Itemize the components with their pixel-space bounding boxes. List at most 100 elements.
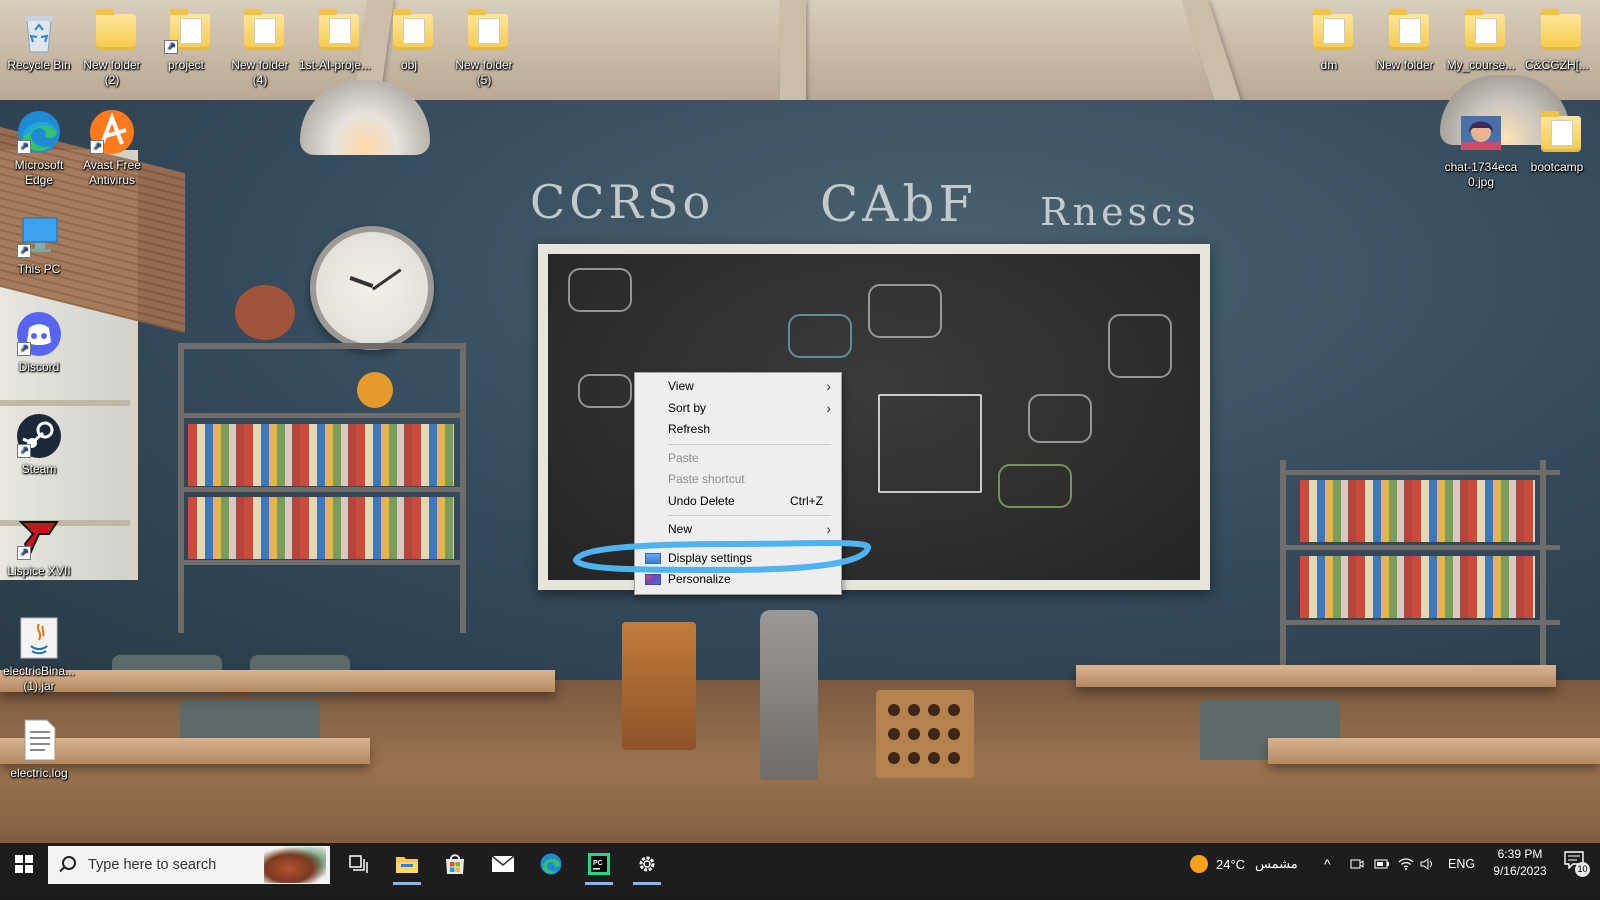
search-icon [58, 855, 78, 875]
weather-condition: مشمس [1255, 856, 1298, 871]
desktop-icon-my-course[interactable]: My_course... [1442, 8, 1520, 73]
tray-battery[interactable] [1374, 843, 1390, 885]
desktop-icon-steam[interactable]: ↗ Steam [0, 412, 78, 477]
chalk-text-mid: CAbF [820, 175, 978, 233]
discord-icon: ↗ [15, 310, 63, 358]
desktop-icon-new-folder-2[interactable]: New folder (2) [73, 8, 151, 88]
keyboard-shortcut: Ctrl+Z [790, 493, 823, 508]
steam-icon: ↗ [15, 412, 63, 460]
menu-separator [668, 515, 831, 516]
desktop-icon-new-folder[interactable]: New folder [1366, 8, 1444, 73]
tray-overflow-button[interactable]: ^ [1324, 843, 1331, 885]
menu-separator [668, 543, 831, 545]
shortcut-arrow-icon: ↗ [164, 40, 178, 54]
menu-item-label: Refresh [668, 422, 711, 436]
desktop-icon-1st-ai-project[interactable]: 1st-AI-proje... [296, 8, 374, 73]
menu-item-label: Paste [668, 450, 699, 465]
desktop-icon-obj[interactable]: obj [370, 8, 448, 73]
clock-date: 9/16/2023 [1493, 864, 1547, 878]
menu-item-label: Personalize [668, 572, 731, 586]
running-indicator [585, 882, 613, 885]
desktop-icon-new-folder-5[interactable]: New folder (5) [445, 8, 523, 88]
weather-widget[interactable]: 24°C مشمس [1190, 843, 1298, 885]
menu-item-sort-by[interactable]: Sort by › [635, 398, 841, 420]
folder-icon [385, 8, 433, 56]
tray-network[interactable] [1398, 843, 1414, 885]
windows-logo-icon [15, 855, 33, 873]
desktop-icon-new-folder-4[interactable]: New folder (4) [221, 8, 299, 88]
folder-icon [236, 8, 284, 56]
folder-icon [1533, 110, 1581, 158]
java-icon [15, 614, 63, 662]
shortcut-arrow-icon: ↗ [17, 546, 31, 560]
desktop-icon-label: bootcamp [1530, 160, 1584, 174]
chevron-up-icon: ^ [1324, 856, 1331, 872]
menu-item-new[interactable]: New › [635, 519, 841, 541]
desktop-icon-label: This PC [17, 262, 61, 276]
desktop-icon-bootcamp[interactable]: bootcamp [1518, 110, 1596, 175]
desktop-icon-dm[interactable]: dm [1290, 8, 1368, 73]
tray-language[interactable]: ENG [1448, 843, 1475, 885]
menu-item-refresh[interactable]: Refresh [635, 419, 841, 441]
taskbar-mail[interactable] [479, 843, 527, 885]
taskbar-file-explorer[interactable] [383, 843, 431, 885]
avast-icon: ↗ [88, 108, 136, 156]
menu-item-label: New [668, 522, 693, 536]
sun-icon [1190, 855, 1208, 873]
task-view-button[interactable] [335, 843, 383, 885]
desktop-context-menu: View › Sort by › Refresh Paste Paste sho… [634, 372, 842, 595]
desktop-icon-recycle-bin[interactable]: Recycle Bin [0, 8, 78, 73]
mail-icon [491, 855, 515, 872]
image-file-icon [1457, 110, 1505, 158]
desktop-icon-project[interactable]: ↗ project [147, 8, 225, 73]
text-file-icon [15, 716, 63, 764]
menu-item-view[interactable]: View › [635, 376, 841, 398]
chevron-right-icon: › [826, 521, 831, 537]
desktop-icon-label: Discord [18, 360, 60, 374]
menu-item-label: Undo Delete [668, 493, 735, 508]
menu-item-label: Display settings [668, 550, 753, 565]
desktop-icon-electric-log[interactable]: electric.log [0, 716, 78, 781]
desktop-icon-label: New folder (5) [455, 58, 513, 87]
folder-icon [460, 8, 508, 56]
desktop-icon-label: project [167, 58, 205, 72]
desktop-icon-lispice[interactable]: ↗ Lispice XVII [0, 514, 78, 579]
start-button[interactable] [0, 843, 48, 885]
taskbar-pycharm[interactable]: PC [575, 843, 623, 885]
display-icon [645, 552, 661, 564]
running-indicator [393, 882, 421, 885]
desktop-icon-discord[interactable]: ↗ Discord [0, 310, 78, 375]
desktop-icon-avast[interactable]: ↗ Avast Free Antivirus [73, 108, 151, 188]
tray-meet-now[interactable] [1350, 843, 1364, 885]
desktop-icon-this-pc[interactable]: ↗ This PC [0, 212, 78, 277]
desktop-icon-electricbinary-jar[interactable]: electricBina... (1).jar [0, 614, 78, 694]
desktop-icon-chat-image[interactable]: chat-1734eca 0.jpg [1442, 110, 1520, 190]
desktop-icon-label: Steam [21, 462, 57, 476]
desktop-icon-label: dm [1320, 58, 1338, 72]
desktop-icon-label: obj [400, 58, 417, 72]
desktop-icon-ccgzh[interactable]: C&CGZH[... [1518, 8, 1596, 73]
search-placeholder: Type here to search [88, 857, 217, 873]
desktop-icon-microsoft-edge[interactable]: ↗ Microsoft Edge [0, 108, 78, 188]
desktop-icon-label: chat-1734eca 0.jpg [1444, 160, 1518, 189]
folder-icon [1305, 8, 1353, 56]
desktop-icon-label: My_course... [1446, 58, 1516, 72]
file-explorer-icon [396, 857, 418, 873]
tray-volume[interactable] [1420, 843, 1436, 885]
menu-item-personalize[interactable]: Personalize [635, 569, 841, 591]
taskbar-search-box[interactable]: Type here to search [48, 846, 330, 884]
taskbar: Type here to search PC 24°C مشمس ^ ENG 6… [0, 843, 1600, 900]
taskbar-edge[interactable] [527, 843, 575, 885]
taskbar-settings[interactable] [623, 843, 671, 885]
action-center-button[interactable]: 10 [1564, 851, 1590, 877]
menu-item-undo-delete[interactable]: Undo Delete Ctrl+Z [635, 491, 841, 513]
taskbar-clock[interactable]: 6:39 PM 9/16/2023 [1478, 846, 1562, 880]
lispice-icon: ↗ [15, 514, 63, 562]
folder-icon [88, 8, 136, 56]
shortcut-arrow-icon: ↗ [17, 244, 31, 258]
folder-icon [1457, 8, 1505, 56]
desktop-icon-label: Avast Free Antivirus [83, 158, 141, 187]
wallpaper-beam [780, 0, 806, 110]
menu-item-display-settings[interactable]: Display settings [635, 548, 841, 570]
taskbar-microsoft-store[interactable] [431, 843, 479, 885]
